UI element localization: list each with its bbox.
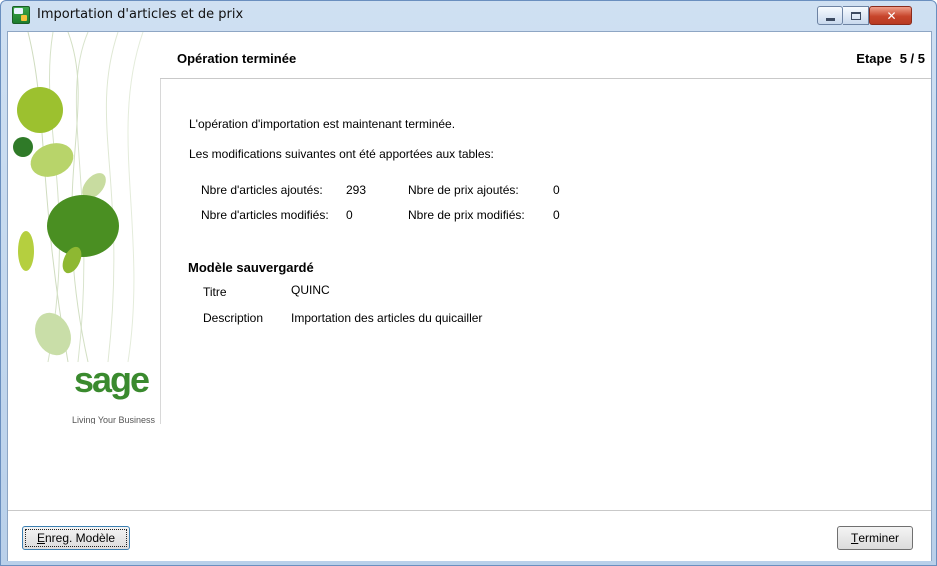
- step-title: Opération terminée: [177, 51, 297, 66]
- close-button[interactable]: ✕: [869, 6, 912, 25]
- finish-button[interactable]: Terminer: [837, 526, 913, 550]
- model-description-label: Description: [203, 311, 264, 325]
- save-model-button[interactable]: Enreg. Modèle: [22, 526, 130, 550]
- articles-added-label: Nbre d'articles ajoutés:: [201, 183, 323, 197]
- brand-tagline: Living Your Business: [72, 415, 156, 424]
- changes-intro: Les modifications suivantes ont été appo…: [189, 147, 494, 161]
- prices-added-value: 0: [553, 183, 560, 197]
- wizard-header: Opération terminée Etape 5 / 5: [160, 32, 931, 79]
- finish-label: erminer: [858, 531, 900, 545]
- completion-message: L'opération d'importation est maintenant…: [189, 117, 456, 131]
- app-icon: [12, 6, 30, 24]
- sidebar-banner: sage Living Your Business: [8, 32, 161, 424]
- wizard-footer: Enreg. Modèle Terminer: [8, 510, 931, 561]
- model-section-heading: Modèle sauvergardé: [188, 260, 314, 275]
- window-title: Importation d'articles et de prix: [37, 7, 244, 22]
- title-bar[interactable]: Importation d'articles et de prix ✕: [1, 1, 936, 31]
- decorative-leaves-graphic: [13, 32, 144, 362]
- minimize-button[interactable]: [817, 6, 843, 25]
- prices-modified-value: 0: [553, 208, 560, 222]
- minimize-icon: [826, 18, 835, 21]
- wizard-content: sage Living Your Business Opération term…: [7, 31, 932, 561]
- finish-accelerator: T: [850, 531, 859, 545]
- import-wizard-window: Importation d'articles et de prix ✕ sage…: [0, 0, 937, 566]
- model-title-value: QUINC: [291, 283, 330, 297]
- maximize-button[interactable]: [843, 6, 869, 25]
- articles-modified-label: Nbre d'articles modifiés:: [201, 208, 329, 222]
- step-counter: Etape 5 / 5: [848, 51, 925, 66]
- maximize-icon: [851, 12, 861, 20]
- save-model-accelerator: E: [36, 531, 45, 545]
- articles-added-value: 293: [346, 183, 367, 197]
- step-label: Etape: [856, 51, 892, 66]
- save-model-label: nreg. Modèle: [44, 531, 116, 545]
- summary-panel: L'opération d'importation est maintenant…: [160, 79, 931, 509]
- sage-logo: sage: [74, 359, 150, 400]
- step-value: 5 / 5: [899, 51, 925, 66]
- model-title-label: Titre: [203, 285, 227, 299]
- model-description-value: Importation des articles du quicailler: [291, 311, 483, 325]
- prices-added-label: Nbre de prix ajoutés:: [408, 183, 519, 197]
- close-icon: ✕: [886, 9, 897, 23]
- prices-modified-label: Nbre de prix modifiés:: [408, 208, 525, 222]
- articles-modified-value: 0: [346, 208, 353, 222]
